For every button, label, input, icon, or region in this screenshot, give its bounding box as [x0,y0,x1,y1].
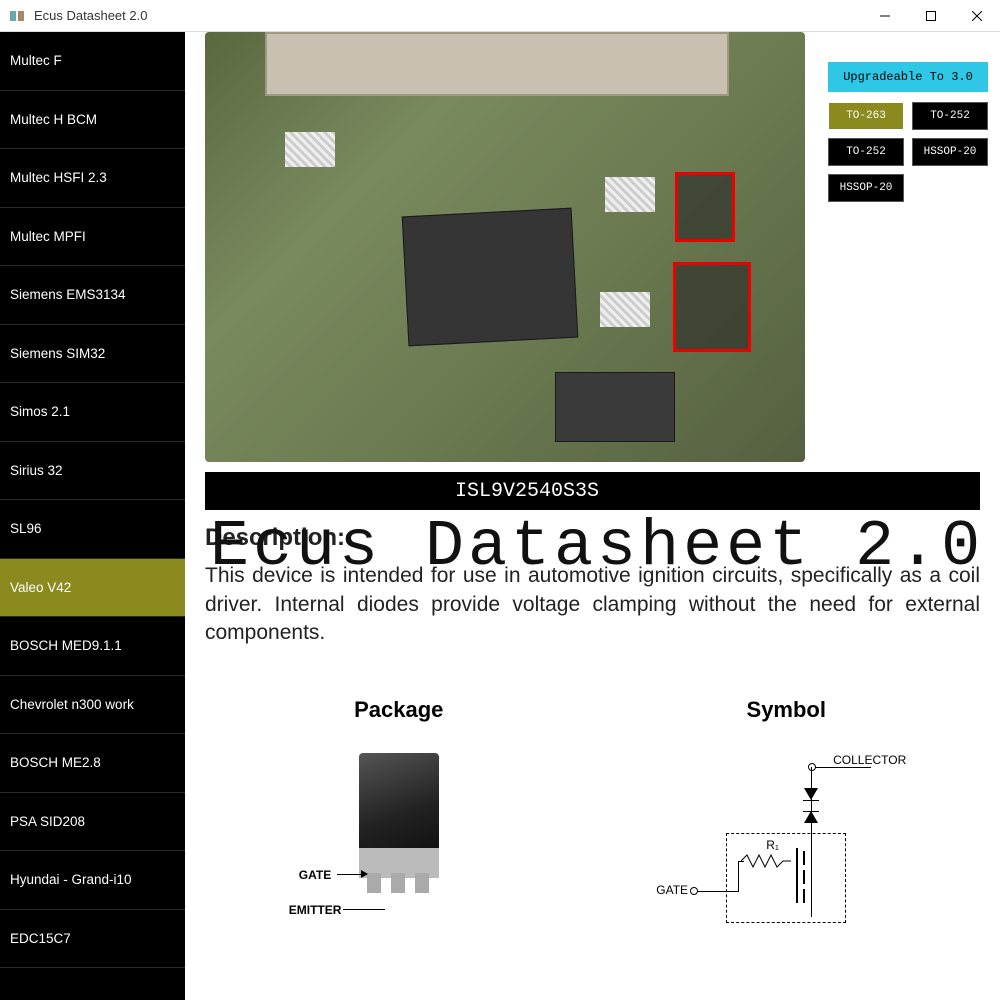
sidebar-item[interactable]: Multec H BCM [0,91,185,150]
sidebar-item-label: Hyundai - Grand-i10 [10,872,132,887]
sidebar-item-label: BOSCH MED9.1.1 [10,638,122,653]
package-button[interactable]: TO-252 [828,138,904,166]
symbol-label-collector: COLLECTOR [833,753,906,767]
sidebar-item-label: Siemens EMS3134 [10,287,126,302]
pin-label-emitter: EMITTER [289,903,342,917]
sidebar-item-label: BOSCH ME2.8 [10,755,101,770]
description-heading: Description: [205,522,980,554]
sidebar-item[interactable]: Simos 2.1 [0,383,185,442]
package-drawing: GATE EMITTER [299,743,499,923]
sidebar-item-label: Multec HSFI 2.3 [10,170,107,185]
symbol-drawing: COLLECTOR R₁ [656,743,916,943]
sidebar-item[interactable]: BOSCH ME2.8 [0,734,185,793]
sidebar-item[interactable]: PSA SID208 [0,793,185,852]
sidebar-item[interactable]: EDC15C7 [0,910,185,969]
sidebar-item-label: PSA SID208 [10,814,85,829]
maximize-button[interactable] [908,0,954,32]
package-button[interactable]: TO-252 [912,102,988,130]
window-title: Ecus Datasheet 2.0 [34,8,147,23]
sidebar-item[interactable]: Sirius 32 [0,442,185,501]
window-controls [862,0,1000,32]
package-panel: Upgradeable To 3.0 TO-263 TO-252 TO-252 HSS… [828,62,988,202]
sidebar-item[interactable]: Valeo V42 [0,559,185,618]
main-content: Upgradeable To 3.0 TO-263 TO-252 TO-252 HSS… [185,32,1000,1000]
symbol-label-gate: GATE [656,883,688,897]
pcb-image [205,32,805,462]
description-body: This device is intended for use in autom… [205,562,980,647]
package-button[interactable]: HSSOP-20 [912,138,988,166]
sidebar-item-label: Chevrolet n300 work [10,697,134,712]
minimize-button[interactable] [862,0,908,32]
sidebar-item-label: Multec H BCM [10,112,97,127]
sidebar-item[interactable]: Siemens EMS3134 [0,266,185,325]
symbol-label-r1: R₁ [766,838,779,852]
app-icon [8,7,26,25]
package-button[interactable]: TO-263 [828,102,904,130]
window-titlebar: Ecus Datasheet 2.0 [0,0,1000,32]
sidebar-item[interactable]: Multec MPFI [0,208,185,267]
package-heading: Package [354,697,443,723]
sidebar-item-label: Simos 2.1 [10,404,70,419]
sidebar-item-label: EDC15C7 [10,931,71,946]
upgrade-banner[interactable]: Upgradeable To 3.0 [828,62,988,92]
close-button[interactable] [954,0,1000,32]
package-symbol-row: Package GATE EMITTER Symbol COLLE [205,697,980,943]
sidebar-item-label: SL96 [10,521,42,536]
sidebar-item-label: Sirius 32 [10,463,63,478]
description-section: Description: This device is intended for… [205,522,980,647]
part-number: ISL9V2540S3S [455,480,599,503]
sidebar-item[interactable]: SL96 [0,500,185,559]
sidebar-item[interactable]: Siemens SIM32 [0,325,185,384]
sidebar-item-label: Multec MPFI [10,229,86,244]
pin-label-gate: GATE [299,868,331,882]
sidebar-item[interactable]: BOSCH MED9.1.1 [0,617,185,676]
sidebar-item[interactable]: Multec F [0,32,185,91]
sidebar-item[interactable]: Chevrolet n300 work [0,676,185,735]
sidebar-item-label: Siemens SIM32 [10,346,105,361]
sidebar-item-label: Multec F [10,53,62,68]
sidebar-item[interactable]: Multec HSFI 2.3 [0,149,185,208]
sidebar-item[interactable]: Hyundai - Grand-i10 [0,851,185,910]
sidebar-item-label: Valeo V42 [10,580,71,595]
package-button[interactable]: HSSOP-20 [828,174,904,202]
component-highlight [675,172,735,242]
ecu-sidebar: Multec F Multec H BCM Multec HSFI 2.3 Multe… [0,32,185,1000]
part-number-bar: ISL9V2540S3S [205,472,980,510]
component-highlight [673,262,751,352]
symbol-heading: Symbol [747,697,826,723]
